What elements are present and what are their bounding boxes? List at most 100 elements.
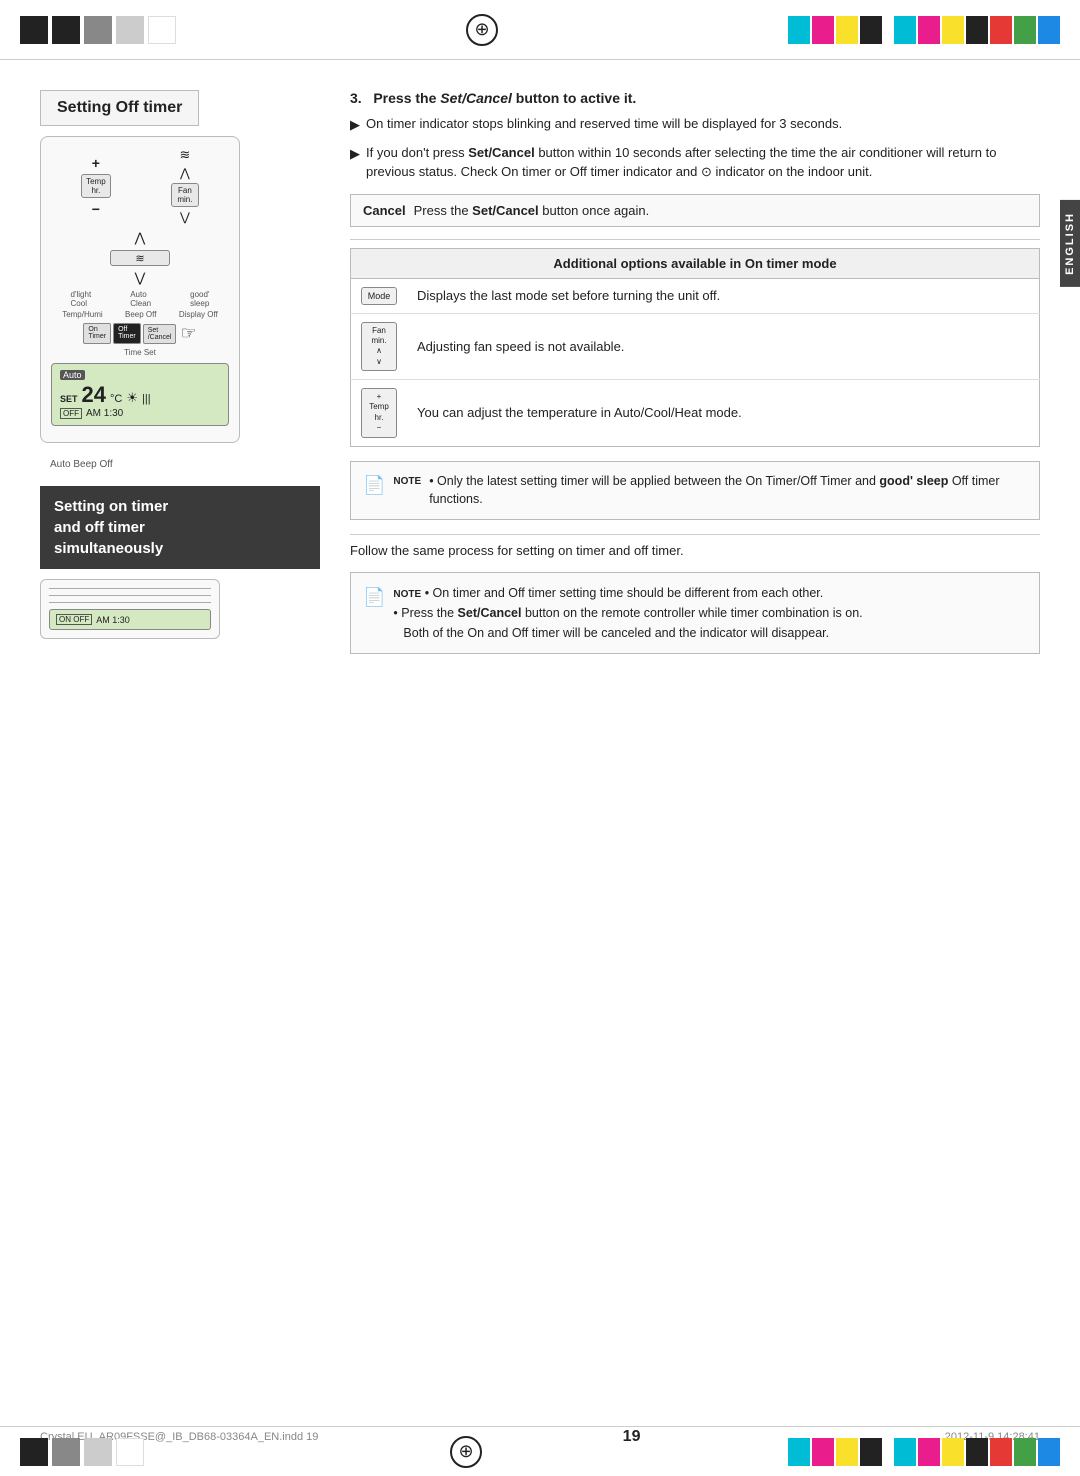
left-column: Setting Off timer + Temphr. − ≋ ⋀ Fanmin… <box>40 90 320 654</box>
bottom-swatch-black <box>860 1438 882 1466</box>
set-cancel-bold-3: Set/Cancel <box>472 203 538 218</box>
color-block-lgray <box>116 16 144 44</box>
bottom-swatch-yellow2 <box>942 1438 964 1466</box>
bottom-swatch-black2 <box>966 1438 988 1466</box>
bottom-swatch-yellow <box>836 1438 858 1466</box>
degree-symbol: °C <box>110 393 122 405</box>
temp-icon-cell: +Temphr.− <box>351 380 408 447</box>
step3-header: 3. Press the Set/Cancel button to active… <box>350 90 1040 106</box>
divider-2 <box>350 534 1040 535</box>
on-timer-btn[interactable]: OnTimer <box>83 323 111 344</box>
bottom-swatch-cyan <box>788 1438 810 1466</box>
bottom-color-block-3 <box>84 1438 112 1466</box>
time-display-row: OFF AM 1:30 <box>60 408 220 419</box>
set-cancel-bold-4: Set/Cancel <box>458 606 522 620</box>
bottom-compass-icon: ⊕ <box>450 1436 482 1468</box>
swatch-red <box>990 16 1012 44</box>
temperature-display: 24 <box>82 382 106 408</box>
remote-label-row: d'lightCool AutoClean good'sleep <box>51 290 229 308</box>
bottom-compass-center: ⊕ <box>144 1436 788 1468</box>
on-off-badge: ON OFF <box>56 614 92 625</box>
bullet-arrow-2: ▶ <box>350 144 360 164</box>
bottom-note-content: NOTE • On timer and Off timer setting ti… <box>393 583 862 643</box>
note-label: NOTE <box>393 474 421 489</box>
swatch-black <box>860 16 882 44</box>
bottom-color-block-2 <box>52 1438 80 1466</box>
mini-remote-illustration: ON OFF AM 1:30 <box>40 579 220 639</box>
swatch-cyan2 <box>894 16 916 44</box>
bottom-color-block-1 <box>20 1438 48 1466</box>
fan-icon-box: Fanmin.∧∨ <box>361 322 397 372</box>
set-cancel-bold: Set/Cancel <box>440 90 512 106</box>
swatch-green <box>1014 16 1036 44</box>
time-set-label: Time Set <box>51 348 229 357</box>
set-cancel-btn[interactable]: Set/Cancel <box>143 324 177 344</box>
swatch-yellow2 <box>942 16 964 44</box>
mode-icon-box: Mode <box>361 287 397 305</box>
bottom-note-text-2: • Press the Set/Cancel button on the rem… <box>393 606 862 620</box>
remote-label-row2: Temp/Humi Beep Off Display Off <box>51 310 229 319</box>
signal-icon: ☀ <box>126 390 138 406</box>
bottom-note-text-3: Both of the On and Off timer will be can… <box>393 626 829 640</box>
remote-top-buttons: + Temphr. − ≋ ⋀ Fanmin. ⋁ <box>51 147 229 224</box>
bottom-swatch-blue <box>1038 1438 1060 1466</box>
temp-description: You can adjust the temperature in Auto/C… <box>407 380 1040 447</box>
swatch-black2 <box>966 16 988 44</box>
mini-line-2 <box>49 595 211 596</box>
table-header-cell: Additional options available in On timer… <box>351 248 1040 278</box>
bottom-bar-right-swatches <box>788 1438 1060 1466</box>
off-timer-btn[interactable]: OffTimer <box>113 323 141 344</box>
table-header-text: Additional options available in On timer… <box>553 256 836 271</box>
bullet-item-1: ▶ On timer indicator stops blinking and … <box>350 114 1040 135</box>
bottom-swatch-magenta <box>812 1438 834 1466</box>
swatch-cyan <box>788 16 810 44</box>
top-bar-right-swatches <box>788 16 1060 44</box>
bottom-bar-left-blocks <box>20 1438 144 1466</box>
note-text: • Only the latest setting timer will be … <box>429 472 1027 510</box>
temp-icon-box: +Temphr.− <box>361 388 397 438</box>
bottom-swatch-red <box>990 1438 1012 1466</box>
mini-line-3 <box>49 602 211 603</box>
auto-label: Auto <box>60 370 85 380</box>
good-sleep-bold: good' sleep <box>879 474 948 488</box>
color-block-black2 <box>52 16 80 44</box>
table-row-fan: Fanmin.∧∨ Adjusting fan speed is not ava… <box>351 313 1040 380</box>
color-block-white <box>148 16 176 44</box>
temp-hr-btn[interactable]: Temphr. <box>81 174 111 198</box>
bottom-swatch-magenta2 <box>918 1438 940 1466</box>
bottom-note-document-icon: 📄 <box>363 583 385 612</box>
bottom-color-block-4 <box>116 1438 144 1466</box>
fan-min-btn[interactable]: Fanmin. <box>171 183 199 207</box>
compass-icon: ⊕ <box>466 14 498 46</box>
mini-line-1 <box>49 588 211 589</box>
divider-1 <box>350 239 1040 240</box>
auto-beep-off-label: Auto Beep Off <box>50 459 320 470</box>
english-sidebar: ENGLISH <box>1060 200 1080 287</box>
color-block-black <box>20 16 48 44</box>
set-temp-label: SET <box>60 394 78 404</box>
remote-display: Auto SET 24 °C ☀ ||| OFF AM 1:30 <box>51 363 229 426</box>
fan-icon-cell: Fanmin.∧∨ <box>351 313 408 380</box>
setting-simultaneous-title: Setting on timer and off timer simultane… <box>40 486 320 569</box>
main-content: Setting Off timer + Temphr. − ≋ ⋀ Fanmin… <box>0 60 1080 684</box>
middle-arrow-btn[interactable]: ≋ <box>110 250 170 266</box>
simultaneous-title-text: Setting on timer and off timer simultane… <box>54 498 168 557</box>
swatch-magenta2 <box>918 16 940 44</box>
color-block-gray <box>84 16 112 44</box>
cancel-label: Cancel <box>363 203 406 218</box>
fan-description: Adjusting fan speed is not available. <box>407 313 1040 380</box>
signal-bars: ||| <box>142 393 151 405</box>
bullet-arrow-1: ▶ <box>350 115 360 135</box>
right-column: 3. Press the Set/Cancel button to active… <box>350 90 1040 654</box>
mini-am-time: AM 1:30 <box>96 615 130 625</box>
follow-text: Follow the same process for setting on t… <box>350 543 1040 558</box>
mini-remote-display: ON OFF AM 1:30 <box>49 609 211 630</box>
swatch-blue <box>1038 16 1060 44</box>
top-bar-left-blocks <box>20 16 176 44</box>
cancel-text: Press the Set/Cancel button once again. <box>414 203 650 218</box>
swatch-yellow <box>836 16 858 44</box>
bottom-swatch-green <box>1014 1438 1036 1466</box>
remote-timer-row: OnTimer OffTimer Set/Cancel ☞ <box>51 323 229 344</box>
setting-off-timer-title: Setting Off timer <box>40 90 199 126</box>
bottom-swatch-cyan2 <box>894 1438 916 1466</box>
